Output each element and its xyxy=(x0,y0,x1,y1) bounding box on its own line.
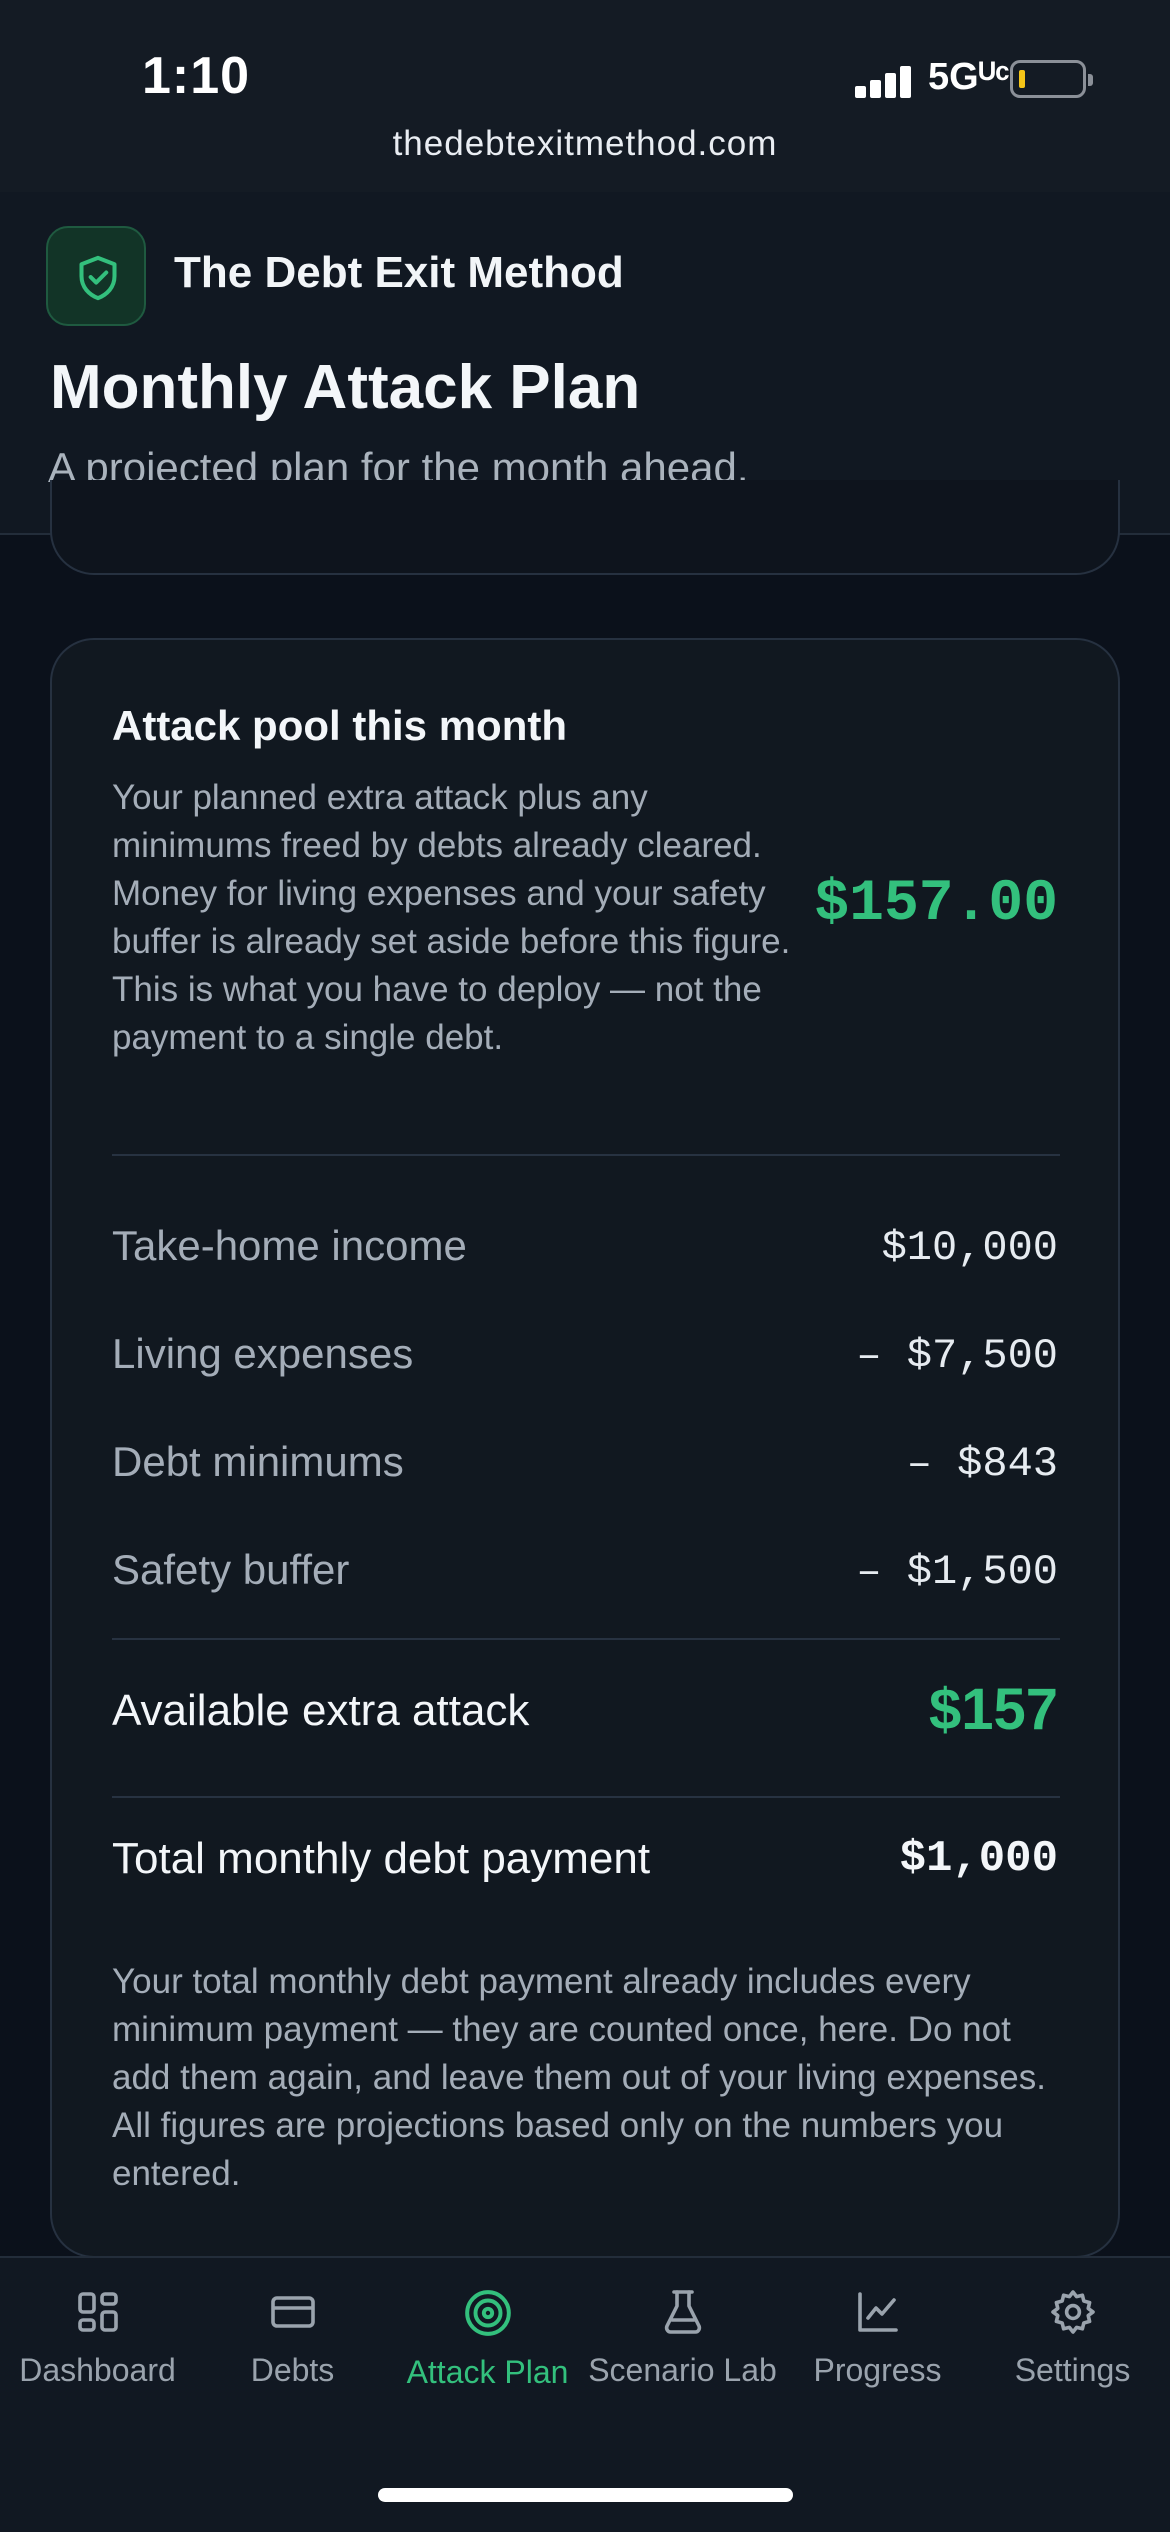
row-value-take-home-income: $10,000 xyxy=(881,1224,1058,1272)
row-value-debt-minimums: – $843 xyxy=(906,1440,1058,1488)
target-icon xyxy=(464,2290,511,2336)
nav-progress[interactable]: Progress xyxy=(780,2288,975,2428)
network-indicator: 5Gᵁᶜ xyxy=(928,56,1010,98)
nav-attack-plan[interactable]: Attack Plan xyxy=(390,2288,585,2428)
projection-note: Your total monthly debt payment already … xyxy=(112,1962,1046,2193)
nav-settings[interactable]: Settings xyxy=(975,2288,1170,2428)
brand-name: The Debt Exit Method xyxy=(174,248,624,297)
status-time: 1:10 xyxy=(142,47,251,105)
attack-pool-amount: $157.00 xyxy=(814,872,1058,937)
nav-dashboard[interactable]: Dashboard xyxy=(0,2288,195,2428)
chart-line-icon xyxy=(857,2292,898,2332)
divider xyxy=(112,1638,1060,1640)
nav-label: Dashboard xyxy=(19,2352,176,2388)
nav-label: Scenario Lab xyxy=(588,2352,777,2388)
battery-icon xyxy=(1010,60,1093,98)
divider xyxy=(112,1796,1060,1798)
available-extra-attack-value: $157 xyxy=(928,1677,1058,1742)
address-bar-url[interactable]: thedebtexitmethod.com xyxy=(0,124,1170,164)
row-value-safety-buffer: – $1,500 xyxy=(856,1548,1058,1596)
row-label-safety-buffer: Safety buffer xyxy=(112,1546,350,1593)
row-value-living-expenses: – $7,500 xyxy=(856,1332,1058,1380)
nav-label: Attack Plan xyxy=(406,2354,569,2390)
status-bar: 1:10 5Gᵁᶜ thedebtexitmethod.com xyxy=(0,0,1170,192)
app-logo[interactable] xyxy=(46,226,146,326)
nav-label: Settings xyxy=(1014,2352,1131,2388)
attack-pool-title: Attack pool this month xyxy=(112,702,567,749)
row-label-living-expenses: Living expenses xyxy=(112,1330,414,1377)
attack-pool-card: Attack pool this month Your planned extr… xyxy=(50,638,1120,2258)
dashboard-icon xyxy=(77,2292,118,2332)
nav-label: Debts xyxy=(250,2352,335,2388)
page-title: Monthly Attack Plan xyxy=(50,353,641,422)
gear-icon xyxy=(1050,2290,1095,2334)
flask-icon xyxy=(664,2290,701,2334)
shield-check-icon xyxy=(79,255,117,301)
nav-label: Progress xyxy=(813,2352,942,2388)
signal-icon xyxy=(855,62,915,98)
row-label-take-home-income: Take-home income xyxy=(112,1222,467,1269)
total-monthly-payment-value: $1,000 xyxy=(899,1834,1058,1884)
previous-card xyxy=(50,480,1120,575)
home-indicator[interactable] xyxy=(378,2488,793,2502)
row-label-debt-minimums: Debt minimums xyxy=(112,1438,404,1485)
nav-scenario-lab[interactable]: Scenario Lab xyxy=(585,2288,780,2428)
available-extra-attack-label: Available extra attack xyxy=(112,1686,530,1735)
nav-debts[interactable]: Debts xyxy=(195,2288,390,2428)
divider xyxy=(112,1154,1060,1156)
credit-card-icon xyxy=(270,2296,315,2328)
attack-pool-description: Your planned extra attack plus any minim… xyxy=(112,778,791,1057)
total-monthly-payment-label: Total monthly debt payment xyxy=(112,1834,651,1883)
